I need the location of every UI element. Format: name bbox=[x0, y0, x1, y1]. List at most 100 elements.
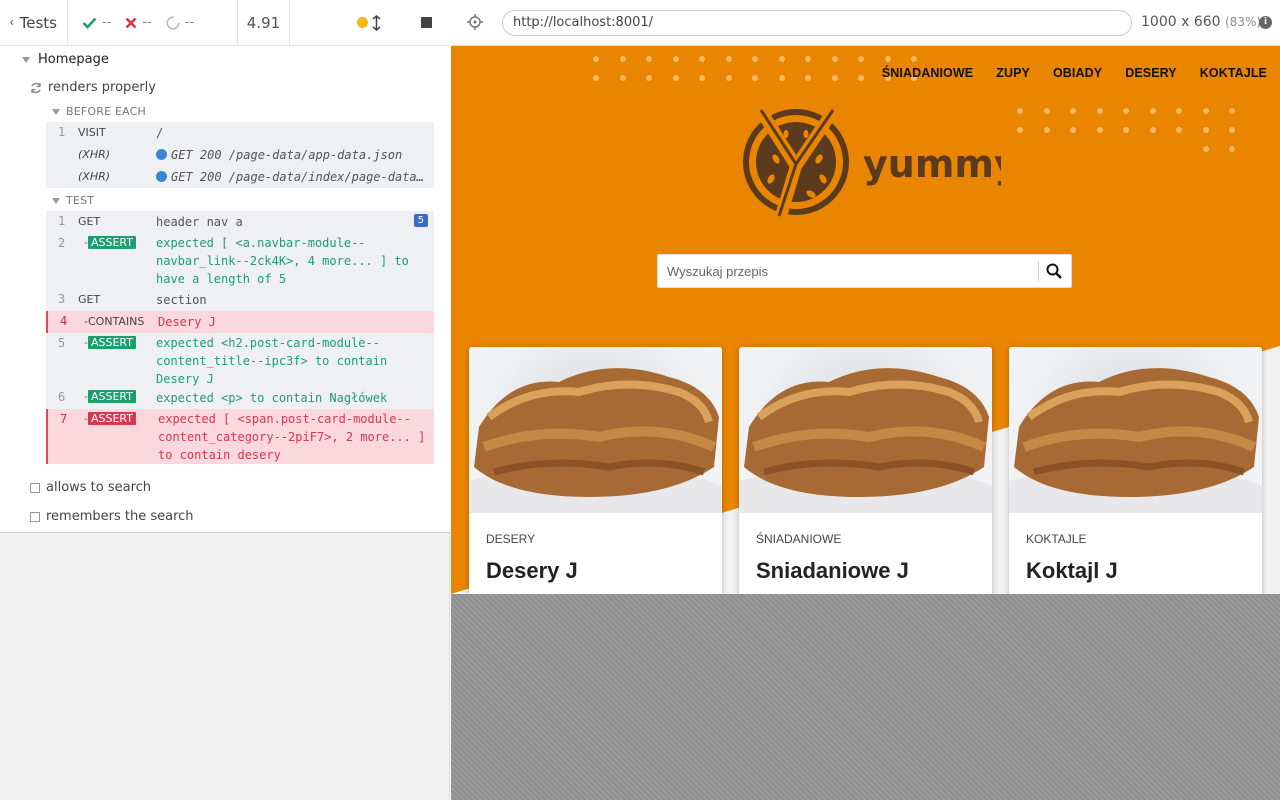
test-renders-properly[interactable]: renders properly bbox=[30, 80, 156, 95]
command-name: - ASSERT bbox=[84, 390, 136, 403]
app-under-test-panel: http://localhost:8001/ 1000 x 660 (83%) … bbox=[451, 0, 1280, 800]
command-message: expected <h2.post-card-module--content_t… bbox=[156, 336, 388, 386]
command-assert[interactable]: 5 - ASSERT expected <h2.post-card-module-… bbox=[46, 333, 434, 387]
post-card[interactable]: DESERY Desery J bbox=[469, 347, 722, 594]
site-navbar: ŚNIADANIOWE ZUPY OBIADY DESERY KOKTAJLE bbox=[882, 66, 1267, 80]
pending-checkbox-icon bbox=[30, 482, 40, 493]
command-number: 4 bbox=[60, 314, 68, 328]
nav-link-zupy[interactable]: ZUPY bbox=[996, 66, 1030, 80]
command-message: GET 200 /page-data/app-data.json bbox=[156, 146, 426, 164]
before-each-label: BEFORE EACH bbox=[66, 105, 147, 118]
command-message: / bbox=[156, 126, 164, 140]
duration: 4.91 bbox=[238, 0, 290, 45]
command-assert-failed[interactable]: 7 - ASSERT expected [ <span.post-card-mod… bbox=[46, 409, 434, 464]
check-icon bbox=[82, 17, 97, 29]
nav-link-koktajle[interactable]: KOKTAJLE bbox=[1200, 66, 1267, 80]
viewport-scale: (83%) bbox=[1225, 15, 1262, 29]
info-icon[interactable]: i bbox=[1259, 16, 1272, 29]
pending-stat: -- bbox=[166, 15, 194, 30]
command-name: (XHR) bbox=[78, 170, 111, 183]
passed-stat: -- bbox=[82, 15, 111, 30]
post-card-category: ŚNIADANIOWE bbox=[756, 532, 842, 546]
test-remembers-the-search[interactable]: remembers the search bbox=[30, 509, 194, 524]
assert-badge: ASSERT bbox=[87, 336, 136, 349]
test-title-text: allows to search bbox=[46, 480, 152, 495]
post-card-title: Koktajl J bbox=[1026, 558, 1118, 583]
command-message: GET 200 /page-data/index/page-data… bbox=[156, 168, 426, 186]
command-number: 3 bbox=[58, 292, 66, 306]
refresh-icon bbox=[31, 82, 41, 93]
test-allows-to-search[interactable]: allows to search bbox=[30, 480, 151, 495]
test-label: TEST bbox=[66, 194, 95, 207]
post-card[interactable]: KOKTAJLE Koktajl J bbox=[1009, 347, 1262, 594]
command-name: - ASSERT bbox=[84, 336, 136, 349]
collapse-triangle-icon bbox=[52, 108, 60, 115]
pending-count: -- bbox=[184, 15, 195, 30]
stop-button-icon[interactable] bbox=[421, 17, 432, 28]
command-xhr[interactable]: (XHR) GET 200 /page-data/app-data.json bbox=[46, 144, 434, 166]
pending-circle-icon bbox=[166, 15, 180, 30]
viewport-dimensions: 1000 x 660 bbox=[1141, 14, 1221, 30]
chevron-left-icon bbox=[10, 20, 14, 25]
yummy-logo[interactable]: yummy bbox=[741, 104, 1001, 222]
nav-link-obiady[interactable]: OBIADY bbox=[1053, 66, 1102, 80]
command-number: 5 bbox=[58, 336, 66, 350]
collapse-triangle-icon bbox=[52, 197, 60, 204]
command-assert[interactable]: 2 - ASSERT expected [ <a.navbar-module--n… bbox=[46, 233, 434, 289]
command-get[interactable]: 3 GET section bbox=[46, 289, 434, 311]
test-reporter-panel: Tests -- -- -- 4.91 Homepage renders pro… bbox=[0, 0, 450, 800]
command-contains-failed[interactable]: 4 -CONTAINS Desery J bbox=[46, 311, 434, 333]
post-card-title: Desery J bbox=[486, 558, 578, 583]
command-number: 7 bbox=[60, 412, 68, 426]
tests-label: Tests bbox=[19, 13, 57, 32]
selector-playground-icon[interactable] bbox=[467, 14, 483, 30]
assert-badge: ASSERT bbox=[87, 412, 136, 425]
search-icon[interactable] bbox=[1046, 263, 1062, 279]
search-separator bbox=[1038, 261, 1039, 281]
search-box bbox=[657, 254, 1072, 288]
post-card-image bbox=[469, 347, 722, 513]
command-message: section bbox=[156, 293, 207, 307]
decorative-dots bbox=[1017, 108, 1256, 152]
test-title-text: renders properly bbox=[48, 80, 156, 95]
scroll-toggle-icon[interactable] bbox=[372, 14, 381, 31]
test-stats: -- -- -- bbox=[68, 0, 238, 45]
command-name: - ASSERT bbox=[84, 412, 136, 425]
xhr-status-icon bbox=[156, 149, 167, 160]
command-message: header nav a bbox=[156, 215, 243, 229]
command-number: 1 bbox=[58, 214, 66, 228]
suite-homepage[interactable]: Homepage bbox=[22, 52, 109, 67]
command-message: expected [ <span.post-card-module--conte… bbox=[158, 412, 426, 462]
nav-link-desery[interactable]: DESERY bbox=[1125, 66, 1177, 80]
aut-url-bar: http://localhost:8001/ 1000 x 660 (83%) … bbox=[451, 0, 1280, 46]
command-name: GET bbox=[78, 293, 101, 306]
collapse-triangle-icon bbox=[22, 56, 30, 63]
nav-link-sniadaniowe[interactable]: ŚNIADANIOWE bbox=[882, 66, 973, 80]
passed-count: -- bbox=[102, 15, 112, 30]
assert-badge: ASSERT bbox=[87, 390, 136, 403]
before-each-header[interactable]: BEFORE EACH bbox=[52, 105, 146, 118]
url-display[interactable]: http://localhost:8001/ bbox=[502, 10, 1132, 36]
search-input[interactable] bbox=[658, 255, 1038, 287]
xhr-text: GET 200 /page-data/index/page-data… bbox=[171, 170, 424, 184]
command-name: GET bbox=[78, 215, 101, 228]
command-number: 6 bbox=[58, 390, 66, 404]
assert-badge: ASSERT bbox=[87, 236, 136, 249]
test-title-text: remembers the search bbox=[46, 509, 194, 524]
command-name: (XHR) bbox=[78, 148, 111, 161]
xhr-text: GET 200 /page-data/app-data.json bbox=[171, 148, 403, 162]
command-number: 1 bbox=[58, 125, 66, 139]
command-get[interactable]: 1 GET header nav a 5 bbox=[46, 211, 434, 233]
command-xhr[interactable]: (XHR) GET 200 /page-data/index/page-data… bbox=[46, 166, 434, 188]
post-card[interactable]: ŚNIADANIOWE Sniadaniowe J bbox=[739, 347, 992, 594]
reporter-header: Tests -- -- -- 4.91 bbox=[0, 0, 450, 46]
command-assert[interactable]: 6 - ASSERT expected <p> to contain Nagłów… bbox=[46, 387, 434, 409]
reporter-runnables: Homepage renders properly BEFORE EACH 1 … bbox=[0, 46, 450, 533]
test-body-header[interactable]: TEST bbox=[52, 194, 94, 207]
run-controls bbox=[290, 0, 450, 45]
post-card-image bbox=[1009, 347, 1262, 513]
command-visit[interactable]: 1 VISIT / bbox=[46, 122, 434, 144]
tests-back-button[interactable]: Tests bbox=[0, 0, 68, 45]
command-name: - ASSERT bbox=[84, 236, 136, 249]
failed-stat: -- bbox=[125, 15, 152, 30]
